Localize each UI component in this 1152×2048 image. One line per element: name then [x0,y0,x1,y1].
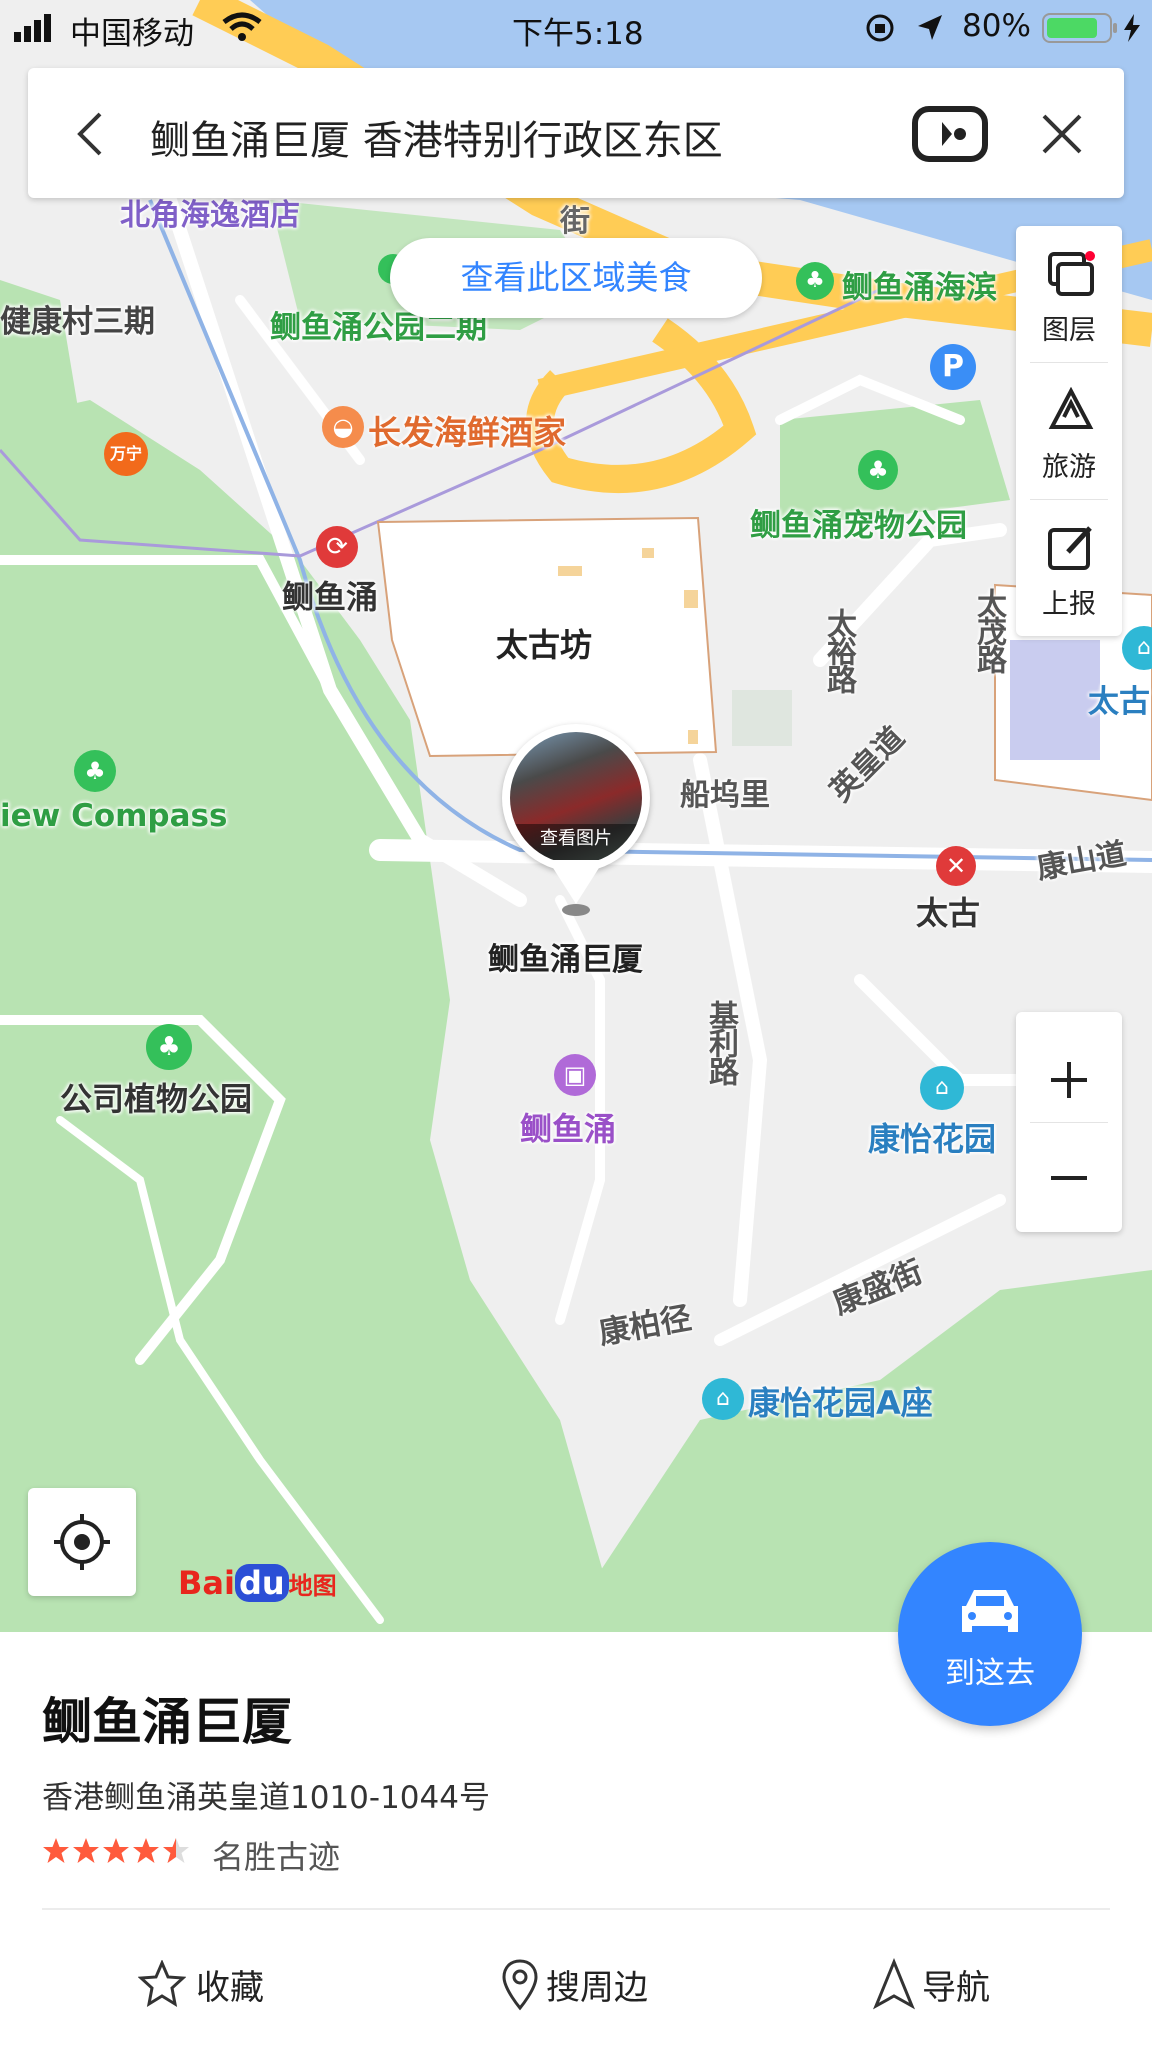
tai-mou-road-label: 太茂路 [971,588,1006,672]
view-photo-label: 查看图片 [510,824,642,864]
map-tools-panel: 图层 旅游 上报 [1016,226,1122,636]
poi-map-label[interactable]: 鲗鱼涌巨厦 [488,934,643,979]
car-icon [962,1590,1018,1632]
zoom-in-icon[interactable] [1049,1060,1089,1100]
navigate-icon [872,1958,916,2010]
status-bar: 中国移动 下午5:18 80% [0,0,1152,58]
poi-photo-thumbnail[interactable]: 查看图片 [510,732,642,864]
poi-photo-marker[interactable]: 查看图片 [502,724,650,872]
taikoo-place-label[interactable]: 太古坊 [496,620,592,666]
view-compass-label[interactable]: iew Compass [0,798,227,834]
place-category: 名胜古迹 [212,1838,341,1876]
close-icon[interactable] [1040,112,1084,156]
clock: 下午5:18 [512,16,644,52]
place-address: 香港鲗鱼涌英皇道1010-1044号 [42,1780,490,1816]
street-label: 街 [560,204,590,239]
tree-icon: ♣ [858,450,898,490]
signal-icon [14,14,51,42]
mall-label[interactable]: 鲗鱼涌 [520,1104,616,1150]
area-food-button[interactable]: 查看此区域美食 [390,238,762,318]
search-bar[interactable]: 鲗鱼涌巨厦 香港特别行政区东区 [28,68,1124,198]
rotation-lock-icon [866,14,894,42]
divider [1030,1122,1108,1123]
location-arrow-icon [918,15,942,40]
mtr-station-icon[interactable]: ⟳ [316,526,358,568]
carrier-label: 中国移动 [70,16,194,52]
place-title: 鲗鱼涌巨厦 [42,1693,292,1751]
travel-button[interactable]: 旅游 [1016,363,1122,499]
building-icon: ⌂ [920,1066,964,1110]
parking-icon[interactable]: P [930,344,976,390]
palm-tree-icon: ♣ [146,1024,192,1070]
tai-yue-road-label: 太裕路 [821,608,856,692]
restaurant-icon: ◒ [322,406,364,448]
search-query[interactable]: 鲗鱼涌巨厦 香港特别行政区东区 [150,108,723,166]
mtr-station-icon[interactable]: ✕ [936,846,976,886]
tree-icon: ♣ [74,750,116,792]
quarry-bay-station-label[interactable]: 鲗鱼涌 [282,572,378,618]
ar-view-icon[interactable] [912,106,988,162]
report-button[interactable]: 上报 [1016,500,1122,636]
tai-koo-station-label[interactable]: 太古 [916,888,980,934]
botanic-park-label[interactable]: 公司植物公园 [60,1074,252,1120]
seafront-label[interactable]: 鲗鱼涌海滨 [842,262,997,307]
pet-park-label[interactable]: 鲗鱼涌宠物公园 [750,500,967,545]
zoom-control [1016,1012,1122,1232]
back-icon[interactable] [70,110,110,158]
taikoo-shing-label[interactable]: 太古 [1088,676,1150,721]
wifi-icon [222,12,262,41]
battery-percent: 80% [962,8,1031,44]
shipyard-lane-label: 船坞里 [680,778,770,813]
marker-pin-icon [548,860,604,916]
rating-stars [43,1838,189,1863]
zoom-out-icon[interactable] [1049,1158,1089,1198]
locate-icon [54,1514,110,1570]
kornhill-garden-a-label[interactable]: 康怡花园A座 [748,1378,933,1424]
tree-icon: ♣ [796,262,834,300]
kornhill-garden-label[interactable]: 康怡花园 [868,1114,996,1160]
layers-icon [1048,251,1095,296]
location-pin-icon [502,1959,538,2011]
divider [42,1908,1110,1910]
go-here-button[interactable]: 到这去 [898,1542,1082,1726]
star-icon [138,1960,186,2008]
layers-button[interactable]: 图层 [1016,226,1122,362]
shopping-bag-icon: ▣ [554,1054,596,1096]
baidu-map-logo: Bai du 地图 [178,1564,337,1602]
battery-icon [1042,13,1140,43]
estate-label[interactable]: 健康村三期 [0,296,155,341]
report-icon [1048,526,1092,570]
travel-icon [1048,387,1094,429]
seafood-restaurant-label[interactable]: 长发海鲜酒家 [368,406,566,454]
my-location-button[interactable] [28,1488,136,1596]
store-icon[interactable]: 万宁 [104,432,148,476]
kornhill-road-label: 基利路 [703,1000,738,1084]
building-icon: ⌂ [702,1378,744,1420]
